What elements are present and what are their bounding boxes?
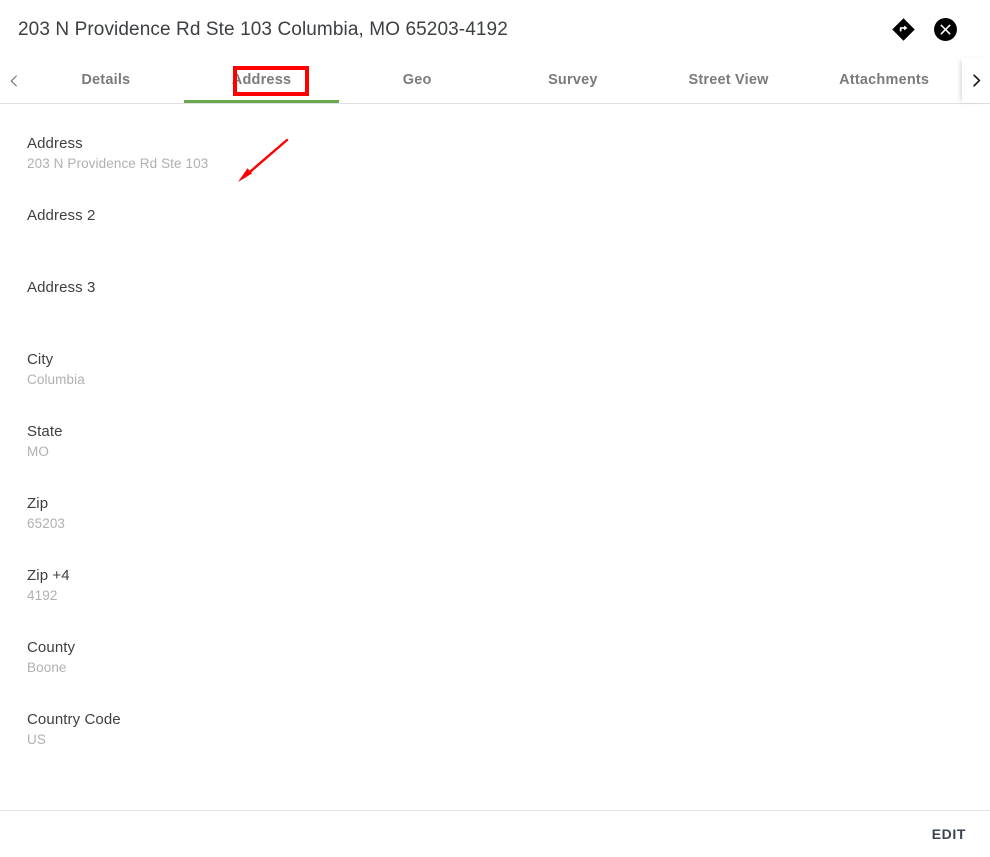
field-label: Zip: [27, 495, 49, 512]
field-value: 65203: [27, 516, 66, 531]
field-value: 4192: [27, 588, 58, 603]
field-value: 203 N Providence Rd Ste 103: [27, 156, 209, 171]
field-value: [27, 227, 990, 245]
field-zip[interactable]: Zip 65203: [27, 494, 990, 566]
tab-label: Details: [81, 71, 131, 88]
field-label: Zip +4: [27, 567, 70, 584]
field-state[interactable]: State MO: [27, 422, 990, 494]
tab-geo[interactable]: Geo: [339, 58, 495, 103]
field-zip-plus-4[interactable]: Zip +4 4192: [27, 566, 990, 638]
field-country-code[interactable]: Country Code US: [27, 710, 990, 782]
field-value: US: [27, 732, 46, 747]
tab-details[interactable]: Details: [28, 58, 184, 103]
field-label: Address: [27, 135, 83, 152]
header-actions: [890, 16, 958, 42]
tab-label: Survey: [548, 71, 598, 88]
chevron-left-icon[interactable]: [0, 58, 28, 103]
field-label: County: [27, 639, 76, 656]
field-city[interactable]: City Columbia: [27, 350, 990, 422]
field-value: Columbia: [27, 372, 85, 387]
field-county[interactable]: County Boone: [27, 638, 990, 710]
tab-label: Address: [231, 71, 292, 88]
field-address[interactable]: Address 203 N Providence Rd Ste 103: [27, 134, 990, 206]
tab-list: Details Address Geo Survey Street View A…: [28, 58, 962, 103]
tab-address[interactable]: Address: [183, 58, 340, 103]
page-title: 203 N Providence Rd Ste 103 Columbia, MO…: [18, 18, 508, 40]
address-form: Address 203 N Providence Rd Ste 103 Addr…: [0, 104, 990, 782]
field-label: Address 2: [27, 207, 96, 224]
tab-label: Street View: [688, 71, 769, 88]
field-label: State: [27, 423, 63, 440]
field-address-3[interactable]: Address 3: [27, 278, 990, 350]
field-label: Country Code: [27, 711, 121, 728]
tab-street-view[interactable]: Street View: [651, 58, 807, 103]
tab-attachments[interactable]: Attachments: [806, 58, 962, 103]
field-value: MO: [27, 444, 49, 459]
field-address-2[interactable]: Address 2: [27, 206, 990, 278]
tab-survey[interactable]: Survey: [495, 58, 651, 103]
field-label: City: [27, 351, 54, 368]
field-value: [27, 299, 990, 317]
header-bar: 203 N Providence Rd Ste 103 Columbia, MO…: [0, 0, 990, 58]
edit-button[interactable]: EDIT: [930, 820, 968, 848]
chevron-right-icon[interactable]: [962, 58, 990, 103]
directions-diamond-icon[interactable]: [890, 16, 916, 42]
field-label: Address 3: [27, 279, 96, 296]
close-circle-icon[interactable]: [932, 16, 958, 42]
field-value: Boone: [27, 660, 67, 675]
tab-label: Attachments: [839, 71, 930, 88]
tab-bar: Details Address Geo Survey Street View A…: [0, 58, 990, 104]
footer-bar: EDIT: [0, 810, 990, 857]
tab-label: Geo: [402, 71, 432, 88]
